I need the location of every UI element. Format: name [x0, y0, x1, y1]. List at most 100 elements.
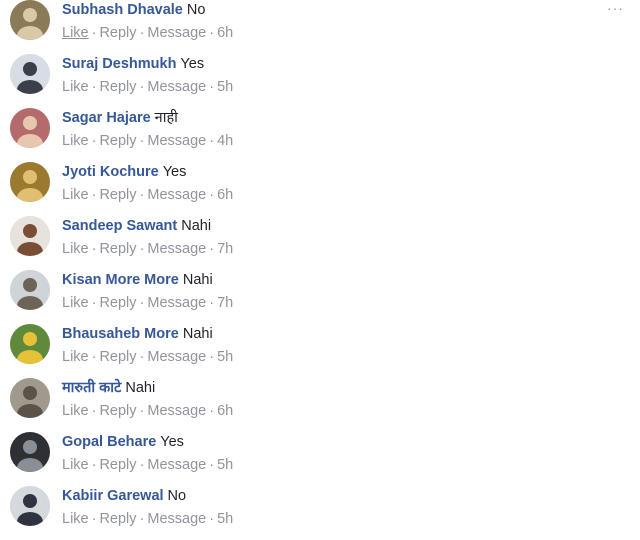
separator: ·	[139, 511, 145, 527]
timestamp-link[interactable]: 5h	[217, 511, 233, 527]
message-link[interactable]: Message	[147, 133, 206, 149]
author-name-link[interactable]: Jyoti Kochure	[62, 164, 159, 180]
message-link[interactable]: Message	[147, 349, 206, 365]
separator: ·	[139, 295, 145, 311]
author-name-link[interactable]: Kisan More More	[62, 272, 179, 288]
like-link[interactable]: Like	[62, 79, 89, 95]
message-link[interactable]: Message	[147, 79, 206, 95]
separator: ·	[91, 457, 97, 473]
like-link[interactable]: Like	[62, 241, 89, 257]
comment-text: Yes	[160, 434, 184, 450]
timestamp-link[interactable]: 6h	[217, 187, 233, 203]
like-link[interactable]: Like	[62, 25, 89, 41]
separator: ·	[139, 25, 145, 41]
comment-body: Subhash Dhavale No Like · Reply · Message · 6h	[62, 1, 600, 42]
reply-link[interactable]: Reply	[99, 133, 136, 149]
comment-body: Gopal Behare Yes Like · Reply · Message · 5h	[62, 433, 600, 474]
avatar[interactable]	[10, 108, 50, 148]
comment-line: Kisan More More Nahi	[62, 271, 600, 289]
comment-body: मारुती काटे Nahi Like · Reply · Message · 6h	[62, 379, 600, 420]
message-link[interactable]: Message	[147, 511, 206, 527]
timestamp-link[interactable]: 4h	[217, 133, 233, 149]
separator: ·	[209, 79, 215, 95]
author-name-link[interactable]: Sandeep Sawant	[62, 218, 177, 234]
separator: ·	[91, 511, 97, 527]
comment-actions: Like · Reply · Message · 4h	[62, 132, 600, 150]
comment-item: Subhash Dhavale No Like · Reply · Message · 6h	[0, 0, 640, 54]
message-link[interactable]: Message	[147, 25, 206, 41]
avatar[interactable]	[10, 486, 50, 526]
like-link[interactable]: Like	[62, 511, 89, 527]
comment-actions: Like · Reply · Message · 6h	[62, 24, 600, 42]
author-name-link[interactable]: Bhausaheb More	[62, 326, 179, 342]
reply-link[interactable]: Reply	[99, 187, 136, 203]
timestamp-link[interactable]: 5h	[217, 457, 233, 473]
separator: ·	[91, 349, 97, 365]
comment-body: Bhausaheb More Nahi Like · Reply · Message · 5h	[62, 325, 600, 366]
avatar-image	[10, 108, 50, 148]
avatar[interactable]	[10, 216, 50, 256]
like-link[interactable]: Like	[62, 457, 89, 473]
author-name-link[interactable]: Gopal Behare	[62, 434, 156, 450]
avatar-image	[10, 270, 50, 310]
comment-text: Nahi	[125, 380, 156, 396]
reply-link[interactable]: Reply	[99, 295, 136, 311]
reply-link[interactable]: Reply	[99, 457, 136, 473]
separator: ·	[209, 187, 215, 203]
reply-link[interactable]: Reply	[99, 25, 136, 41]
timestamp-link[interactable]: 5h	[217, 349, 233, 365]
comment-body: Sagar Hajare नाही Like · Reply · Message · 4h	[62, 109, 600, 150]
message-link[interactable]: Message	[147, 403, 206, 419]
avatar-image	[10, 378, 50, 418]
reply-link[interactable]: Reply	[99, 511, 136, 527]
separator: ·	[209, 295, 215, 311]
avatar[interactable]	[10, 324, 50, 364]
comment-text: Nahi	[181, 218, 212, 234]
avatar[interactable]	[10, 378, 50, 418]
timestamp-link[interactable]: 5h	[217, 79, 233, 95]
comment-actions: Like · Reply · Message · 7h	[62, 240, 600, 258]
comment-body: Kisan More More Nahi Like · Reply · Message · 7h	[62, 271, 600, 312]
separator: ·	[209, 511, 215, 527]
timestamp-link[interactable]: 7h	[217, 295, 233, 311]
reply-link[interactable]: Reply	[99, 403, 136, 419]
avatar-image	[10, 216, 50, 256]
separator: ·	[91, 241, 97, 257]
separator: ·	[91, 79, 97, 95]
comment-actions: Like · Reply · Message · 5h	[62, 510, 600, 528]
message-link[interactable]: Message	[147, 295, 206, 311]
author-name-link[interactable]: Suraj Deshmukh	[62, 56, 176, 72]
avatar[interactable]	[10, 0, 50, 40]
reply-link[interactable]: Reply	[99, 79, 136, 95]
author-name-link[interactable]: Subhash Dhavale	[62, 2, 183, 18]
comment-actions: Like · Reply · Message · 5h	[62, 348, 600, 366]
timestamp-link[interactable]: 7h	[217, 241, 233, 257]
like-link[interactable]: Like	[62, 295, 89, 311]
like-link[interactable]: Like	[62, 349, 89, 365]
like-link[interactable]: Like	[62, 133, 89, 149]
avatar[interactable]	[10, 54, 50, 94]
avatar[interactable]	[10, 432, 50, 472]
separator: ·	[139, 133, 145, 149]
separator: ·	[139, 79, 145, 95]
avatar[interactable]	[10, 162, 50, 202]
timestamp-link[interactable]: 6h	[217, 25, 233, 41]
reply-link[interactable]: Reply	[99, 241, 136, 257]
timestamp-link[interactable]: 6h	[217, 403, 233, 419]
separator: ·	[209, 25, 215, 41]
like-link[interactable]: Like	[62, 403, 89, 419]
avatar-image	[10, 162, 50, 202]
message-link[interactable]: Message	[147, 241, 206, 257]
message-link[interactable]: Message	[147, 187, 206, 203]
comment-line: Kabiir Garewal No	[62, 487, 600, 505]
author-name-link[interactable]: Kabiir Garewal	[62, 488, 164, 504]
message-link[interactable]: Message	[147, 457, 206, 473]
reply-link[interactable]: Reply	[99, 349, 136, 365]
avatar[interactable]	[10, 270, 50, 310]
comment-line: Suraj Deshmukh Yes	[62, 55, 600, 73]
like-link[interactable]: Like	[62, 187, 89, 203]
author-name-link[interactable]: Sagar Hajare	[62, 110, 151, 126]
author-name-link[interactable]: मारुती काटे	[62, 380, 121, 396]
separator: ·	[139, 241, 145, 257]
separator: ·	[209, 457, 215, 473]
